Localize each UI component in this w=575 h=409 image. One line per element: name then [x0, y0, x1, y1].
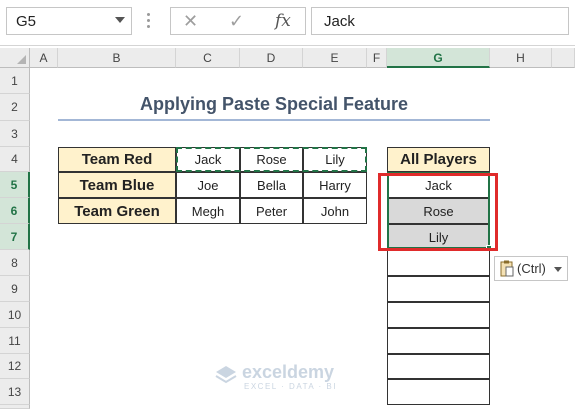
row-header-8[interactable]: 8 [0, 250, 30, 276]
enter-icon[interactable]: ✓ [229, 11, 244, 32]
all-players-cell[interactable]: Lily [387, 224, 490, 250]
row-header-5[interactable]: 5 [0, 172, 30, 198]
column-header-e[interactable]: E [303, 48, 367, 68]
watermark-name: exceldemy [242, 362, 335, 382]
all-players-header[interactable]: All Players [387, 147, 490, 172]
player-cell[interactable]: Joe [176, 172, 240, 198]
formula-buttons: ✕ ✓ fx [170, 7, 306, 35]
row-header-1[interactable]: 1 [0, 68, 30, 94]
team-name-cell[interactable]: Team Red [58, 147, 176, 172]
empty-cell[interactable] [387, 379, 490, 405]
player-cell[interactable]: Peter [240, 198, 303, 224]
empty-cell[interactable] [387, 250, 490, 276]
player-cell[interactable]: John [303, 198, 367, 224]
player-cell[interactable]: Harry [303, 172, 367, 198]
column-header-h[interactable]: H [490, 48, 552, 68]
chevron-down-icon [554, 267, 562, 272]
empty-cell[interactable] [387, 302, 490, 328]
row-header-7[interactable]: 7 [0, 224, 30, 250]
insert-function-icon[interactable]: fx [275, 11, 291, 31]
row-header-10[interactable]: 10 [0, 302, 30, 328]
team-name-cell[interactable]: Team Blue [58, 172, 176, 198]
all-players-cell[interactable]: Rose [387, 198, 490, 224]
watermark-sub: EXCEL · DATA · BI [244, 382, 337, 391]
team-name-cell[interactable]: Team Green [58, 198, 176, 224]
column-header-g[interactable]: G [387, 48, 490, 68]
chevron-down-icon[interactable] [115, 17, 125, 23]
player-cell[interactable]: Megh [176, 198, 240, 224]
title-underline [58, 119, 490, 121]
row-header-11[interactable]: 11 [0, 328, 30, 354]
empty-cell[interactable] [387, 328, 490, 354]
player-cell[interactable]: Lily [303, 147, 367, 172]
row-header-12[interactable]: 12 [0, 354, 30, 379]
formula-value: Jack [324, 13, 355, 30]
player-cell[interactable]: Bella [240, 172, 303, 198]
row-header-13[interactable]: 13 [0, 379, 30, 405]
player-cell[interactable]: Rose [240, 147, 303, 172]
column-header-f[interactable]: F [367, 48, 387, 68]
empty-cell[interactable] [387, 276, 490, 302]
fill-handle[interactable] [486, 245, 492, 251]
column-header-b[interactable]: B [58, 48, 176, 68]
row-header-2[interactable]: 2 [0, 94, 30, 121]
column-header-c[interactable]: C [176, 48, 240, 68]
drag-handle-icon[interactable] [147, 13, 151, 31]
column-header-d[interactable]: D [240, 48, 303, 68]
exceldemy-logo-icon [215, 366, 237, 384]
select-all-corner[interactable] [0, 48, 30, 68]
formula-input[interactable]: Jack [311, 7, 569, 35]
clipboard-icon [500, 260, 514, 277]
row-header-6[interactable]: 6 [0, 198, 30, 224]
select-all-icon [17, 55, 26, 64]
name-box-value: G5 [16, 13, 37, 30]
row-header-9[interactable]: 9 [0, 276, 30, 302]
row-header-4[interactable]: 4 [0, 147, 30, 172]
watermark: exceldemy EXCEL · DATA · BI [214, 360, 364, 394]
empty-cell[interactable] [387, 354, 490, 379]
paste-options-label: (Ctrl) [517, 261, 546, 276]
paste-options-button[interactable]: (Ctrl) [494, 256, 568, 281]
column-header-extra [552, 48, 575, 68]
row-header-14 [0, 405, 30, 409]
formula-bar: G5 ✕ ✓ fx Jack [0, 0, 575, 46]
row-header-3[interactable]: 3 [0, 121, 30, 147]
column-header-a[interactable]: A [30, 48, 58, 68]
sheet-title[interactable]: Applying Paste Special Feature [58, 94, 490, 120]
all-players-cell[interactable]: Jack [387, 172, 490, 198]
player-cell[interactable]: Jack [176, 147, 240, 172]
name-box[interactable]: G5 [6, 7, 132, 35]
cancel-icon[interactable]: ✕ [183, 11, 198, 32]
